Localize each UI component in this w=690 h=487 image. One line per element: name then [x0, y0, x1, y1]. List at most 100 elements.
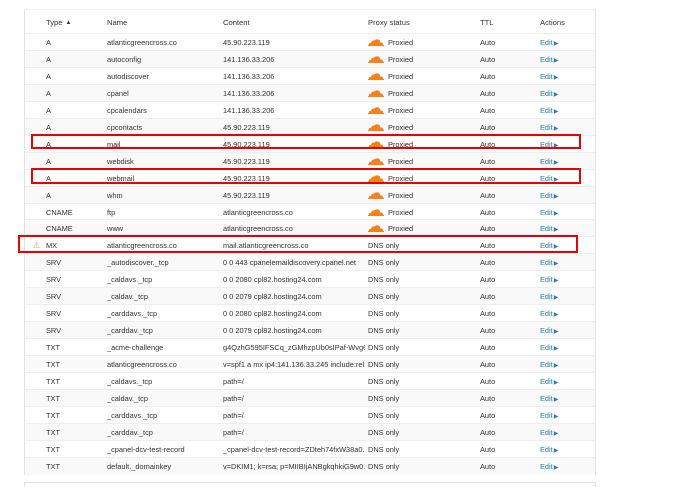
proxy-status-label: DNS only [368, 241, 400, 251]
proxy-status-label: Proxied [388, 38, 414, 47]
proxy-status-label: Proxied [388, 71, 414, 81]
edit-link-label[interactable]: Edit [540, 258, 553, 267]
edit-link-label[interactable]: Edit [540, 174, 553, 183]
record-content: 45.90.223.119 [223, 156, 270, 166]
record-ttl: Auto [480, 190, 496, 200]
record-type: A [46, 88, 51, 98]
record-ttl: Auto [480, 258, 496, 268]
edit-link-label[interactable]: Edit [540, 38, 553, 47]
edit-link-label[interactable]: Edit [540, 326, 553, 335]
edit-link-label[interactable]: Edit [540, 106, 553, 115]
record-type: CNAME [46, 207, 73, 217]
edit-link-label[interactable]: Edit [540, 55, 553, 64]
proxy-status: DNS only [368, 356, 473, 373]
record-ttl: Auto [480, 343, 496, 353]
record-name: _caldav._tcp [107, 292, 148, 302]
record-content: atlanticgreencross.co [223, 224, 293, 234]
record-ttl: Auto [480, 105, 496, 115]
edit-link-label[interactable]: Edit [540, 428, 553, 437]
record-type: A [46, 122, 51, 132]
proxy-status: DNS only [368, 237, 473, 254]
cloud-icon [368, 174, 384, 182]
table-row: TXT default._domainkey v=DKIM1; k=rsa; p=M… [25, 456, 595, 477]
edit-link-label[interactable]: Edit [540, 377, 553, 386]
table-row: SRV _autodiscover._tcp 0 0 443 cpanelemail… [25, 253, 595, 272]
record-name: mail [107, 139, 121, 149]
record-content: 45.90.223.119 [223, 190, 270, 200]
edit-link-label[interactable]: Edit [540, 224, 553, 233]
table-row: Awhm 45.90.223.119 Proxied Auto Edit▶ [25, 185, 595, 204]
edit-link-label[interactable]: Edit [540, 72, 553, 81]
proxy-status-label: DNS only [368, 377, 400, 386]
record-ttl: Auto [480, 292, 496, 302]
edit-link-label[interactable]: Edit [540, 275, 553, 284]
proxy-status-label: DNS only [368, 275, 400, 285]
proxy-status: Proxied [368, 170, 473, 187]
edit-link-label[interactable]: Edit [540, 89, 553, 98]
record-type: TXT [46, 444, 60, 454]
record-name: cpcontacts [107, 122, 143, 132]
edit-link-label[interactable]: Edit [540, 292, 553, 301]
record-content: 45.90.223.119 [223, 38, 270, 47]
record-ttl: Auto [480, 309, 496, 319]
table-row: Acpcontacts 45.90.223.119 Proxied Auto Edit▶ [25, 117, 595, 136]
table-row: Amail 45.90.223.119 Proxied Auto Edit▶ [25, 134, 595, 153]
record-content: 141.136.33.206 [223, 54, 275, 64]
cloud-icon [368, 55, 384, 63]
proxy-status-label: DNS only [368, 393, 400, 403]
proxy-status-label: DNS only [368, 309, 400, 319]
proxy-status: DNS only [368, 407, 473, 424]
record-ttl: Auto [480, 54, 496, 64]
record-content: path=/ [223, 410, 244, 420]
proxy-status-label: DNS only [368, 258, 400, 268]
table-row: TXT _caldav._tcp path=/DNS only Auto Edit▶ [25, 388, 595, 407]
edit-link-label[interactable]: Edit [540, 462, 553, 471]
record-name: _autodiscover._tcp [107, 258, 169, 268]
edit-link-label[interactable]: Edit [540, 343, 553, 352]
cloud-icon [368, 72, 384, 80]
proxy-status-label: Proxied [388, 88, 414, 98]
proxy-status: Proxied [368, 85, 473, 102]
edit-link-label[interactable]: Edit [540, 360, 553, 369]
column-header-ttl[interactable]: TTL [480, 14, 530, 31]
edit-link-label[interactable]: Edit [540, 445, 553, 454]
edit-link-label[interactable]: Edit [540, 411, 553, 420]
record-content: 45.90.223.119 [223, 173, 270, 183]
record-content: 0 0 2080 cpl82.hosting24.com [223, 275, 322, 285]
caret-right-icon: ▶ [553, 464, 559, 471]
column-header-name[interactable]: Name [107, 14, 219, 31]
proxy-status: Proxied [368, 68, 473, 85]
proxy-status-label: DNS only [368, 292, 400, 302]
edit-link-label[interactable]: Edit [540, 157, 553, 166]
column-header-content[interactable]: Content [223, 14, 365, 31]
edit-link-label[interactable]: Edit [540, 123, 553, 132]
record-name: www [107, 224, 124, 234]
column-header-type[interactable]: Type ▲ [46, 14, 106, 32]
edit-link-label[interactable]: Edit [540, 394, 553, 403]
table-row: Aautodiscover 141.136.33.206 Proxied Auto Ed… [25, 66, 595, 85]
record-content: 0 0 2080 cpl82.hosting24.com [223, 309, 322, 319]
edit-link-label[interactable]: Edit [540, 140, 553, 149]
record-ttl: Auto [480, 326, 496, 336]
edit-link-label[interactable]: Edit [540, 191, 553, 200]
record-name: _caldavs._tcp [107, 377, 153, 386]
record-ttl: Auto [480, 410, 496, 420]
proxy-status: Proxied [368, 220, 473, 237]
record-type: TXT [46, 377, 60, 386]
record-ttl: Auto [480, 71, 496, 81]
proxy-status: DNS only [368, 424, 473, 441]
record-content: v=DKIM1; k=rsa; p=MIIBIjANBgkqhkiG9w0... [223, 461, 365, 471]
edit-record-button[interactable]: Edit▶ [540, 458, 585, 477]
warning-icon: ⚠ [33, 241, 41, 251]
proxy-status: DNS only [368, 254, 473, 271]
edit-link-label[interactable]: Edit [540, 208, 553, 217]
record-ttl: Auto [480, 139, 496, 149]
table-row: TXT _carddavs._tcp path=/DNS only Auto Edit▶ [25, 405, 595, 424]
record-content: _cpanel-dcv-test-record=ZDteh74fxW38a0..… [223, 444, 365, 454]
table-row: CNAME www atlanticgreencross.co Proxied Auto… [25, 219, 595, 238]
edit-link-label[interactable]: Edit [540, 241, 553, 250]
edit-link-label[interactable]: Edit [540, 309, 553, 318]
record-ttl: Auto [480, 241, 496, 251]
record-ttl: Auto [480, 207, 496, 217]
proxy-status: DNS only [368, 339, 473, 356]
